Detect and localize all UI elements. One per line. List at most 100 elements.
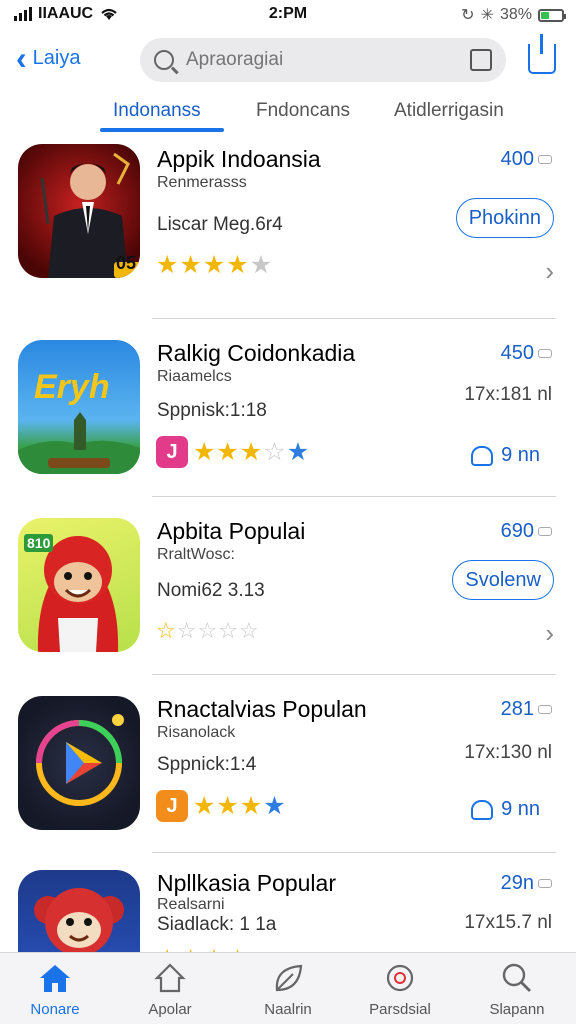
search-bar[interactable] bbox=[140, 38, 506, 82]
divider bbox=[152, 318, 556, 319]
divider bbox=[152, 496, 556, 497]
tabbar-item-nonare[interactable]: Nonare bbox=[0, 961, 110, 1018]
cloud-download-icon bbox=[471, 799, 494, 820]
app-meta: Siadlack: 1 1a bbox=[157, 914, 277, 935]
app-meta: Liscar Meg.6r4 bbox=[157, 214, 283, 235]
chevron-right-icon[interactable]: › bbox=[545, 256, 554, 287]
divider bbox=[152, 852, 556, 853]
businessman-app-icon[interactable]: 05 bbox=[18, 144, 140, 278]
star-icon: ★ bbox=[202, 251, 226, 279]
list-item[interactable]: Eryh Ralkig Coidonkadia Riaamelcs Sppnis… bbox=[0, 318, 576, 496]
tab-indonanss[interactable]: Indonanss bbox=[113, 100, 201, 122]
chat-icon bbox=[538, 527, 552, 536]
status-right: ↻ ✳ 38% bbox=[461, 5, 566, 25]
segment-tabs: Indonanss Fndoncans Atidlerrigasin bbox=[0, 96, 576, 136]
tabbar-label: Naalrin bbox=[264, 1001, 312, 1018]
search-icon bbox=[462, 961, 572, 995]
star-icon: ★ bbox=[193, 438, 216, 466]
bluetooth-icon: ✳ bbox=[480, 7, 494, 24]
count-value: 29n bbox=[500, 872, 534, 894]
view-button[interactable]: Svolenw bbox=[452, 560, 554, 600]
get-label: 9 nn bbox=[501, 444, 540, 466]
star-empty-icon: ☆ bbox=[263, 438, 286, 466]
list-item[interactable]: 810 Apbita Populai RraltWosc: Nomi62 3.1… bbox=[0, 496, 576, 674]
chat-icon bbox=[538, 705, 552, 714]
share-icon[interactable] bbox=[528, 34, 556, 74]
landscape-game-icon[interactable]: Eryh bbox=[18, 340, 140, 474]
star-icon: ★ bbox=[179, 251, 202, 279]
list-item[interactable]: Rnactalvias Populan Risanolack Sppnick:1… bbox=[0, 674, 576, 852]
bottom-tab-bar: Nonare Apolar Naalrin Parsdsial Slapann bbox=[0, 952, 576, 1024]
star-rating: J ★ ★ ★ ★ bbox=[156, 790, 286, 822]
tabbar-item-naalrin[interactable]: Naalrin bbox=[233, 961, 343, 1018]
star-icon: ★ bbox=[216, 792, 239, 820]
app-title: Rnactalvias Populan bbox=[157, 696, 367, 722]
rating-count: 690 bbox=[501, 520, 552, 543]
apps-icon bbox=[115, 961, 225, 995]
star-icon: ☆ bbox=[156, 618, 176, 643]
star-blue-icon: ★ bbox=[286, 438, 310, 466]
list-item[interactable]: Npllkasia Popular Realsarni Siadlack: 1 … bbox=[0, 852, 576, 952]
tabbar-label: Parsdsial bbox=[369, 1001, 431, 1018]
count-value: 450 bbox=[500, 342, 534, 364]
play-ring-icon[interactable] bbox=[18, 696, 140, 830]
search-icon bbox=[154, 50, 174, 70]
star-icon: ★ bbox=[193, 792, 216, 820]
rating-count: 281 bbox=[501, 698, 552, 721]
get-label: 9 nn bbox=[501, 798, 540, 820]
search-input[interactable] bbox=[186, 49, 470, 71]
tabbar-label: Apolar bbox=[148, 1001, 192, 1018]
list-item[interactable]: 05 Appik Indoansia Renmerasss Liscar Meg… bbox=[0, 140, 576, 318]
chevron-right-icon[interactable]: › bbox=[545, 618, 554, 649]
target-icon bbox=[345, 961, 455, 995]
get-button[interactable]: 9 nn bbox=[471, 798, 540, 821]
star-rating: ☆ ☆ ☆ ☆ ☆ bbox=[156, 618, 259, 644]
icon-badge-text: 05 bbox=[115, 253, 136, 273]
star-icon: ★ bbox=[226, 251, 249, 279]
back-button[interactable]: ‹ Laiya bbox=[16, 40, 81, 76]
get-button[interactable]: 9 nn bbox=[471, 444, 540, 467]
star-empty-icon: ☆ bbox=[176, 618, 197, 643]
chevron-left-icon: ‹ bbox=[16, 40, 27, 76]
star-icon: ★ bbox=[239, 792, 263, 820]
home-icon bbox=[0, 961, 110, 995]
star-icon: ★ bbox=[216, 438, 239, 466]
app-title: Appik Indoansia bbox=[157, 146, 321, 172]
app-category: RraltWosc: bbox=[157, 546, 235, 563]
tab-atidlerrigasin[interactable]: Atidlerrigasin bbox=[394, 100, 504, 122]
app-size: 17x15.7 nl bbox=[464, 912, 552, 933]
rating-count: 29n bbox=[501, 872, 552, 895]
rating-count: 450 bbox=[501, 342, 552, 365]
divider bbox=[152, 674, 556, 675]
app-badge: J bbox=[156, 436, 188, 468]
app-category: Realsarni bbox=[157, 896, 225, 913]
tabbar-item-parsdsial[interactable]: Parsdsial bbox=[345, 961, 455, 1018]
app-badge: J bbox=[156, 790, 188, 822]
app-meta: Sppnick:1:4 bbox=[157, 754, 257, 775]
tab-fndoncans[interactable]: Fndoncans bbox=[256, 100, 350, 122]
chat-icon bbox=[538, 879, 552, 888]
nav-header: ‹ Laiya bbox=[0, 34, 576, 86]
cloud-download-icon bbox=[471, 445, 494, 466]
tabbar-item-apolar[interactable]: Apolar bbox=[115, 961, 225, 1018]
app-meta: Sppnisk:1:18 bbox=[157, 400, 267, 421]
rating-count: 400 bbox=[501, 148, 552, 171]
count-value: 281 bbox=[500, 698, 534, 720]
status-bar: IIAAUC 2:PM ↻ ✳ 38% bbox=[0, 0, 576, 30]
calendar-icon[interactable] bbox=[470, 49, 492, 71]
star-rating: J ★ ★ ★ ☆ ★ bbox=[156, 436, 309, 468]
count-value: 690 bbox=[500, 520, 534, 542]
app-title: Ralkig Coidonkadia bbox=[157, 340, 356, 366]
monkey-app-icon[interactable] bbox=[18, 870, 140, 952]
icon-badge-text: 810 bbox=[24, 534, 54, 552]
app-size: 17x:181 nl bbox=[464, 384, 552, 405]
star-empty-icon: ☆ bbox=[238, 618, 259, 643]
star-icon: ★ bbox=[156, 251, 179, 279]
red-character-icon[interactable]: 810 bbox=[18, 518, 140, 652]
back-label: Laiya bbox=[32, 46, 81, 69]
open-button[interactable]: Phokinn bbox=[455, 198, 554, 238]
count-value: 400 bbox=[500, 148, 534, 170]
star-rating: ★ ★ ★ ★ ★ bbox=[156, 252, 272, 278]
app-size: 17x:130 nl bbox=[464, 742, 552, 763]
tabbar-item-slapann[interactable]: Slapann bbox=[462, 961, 572, 1018]
